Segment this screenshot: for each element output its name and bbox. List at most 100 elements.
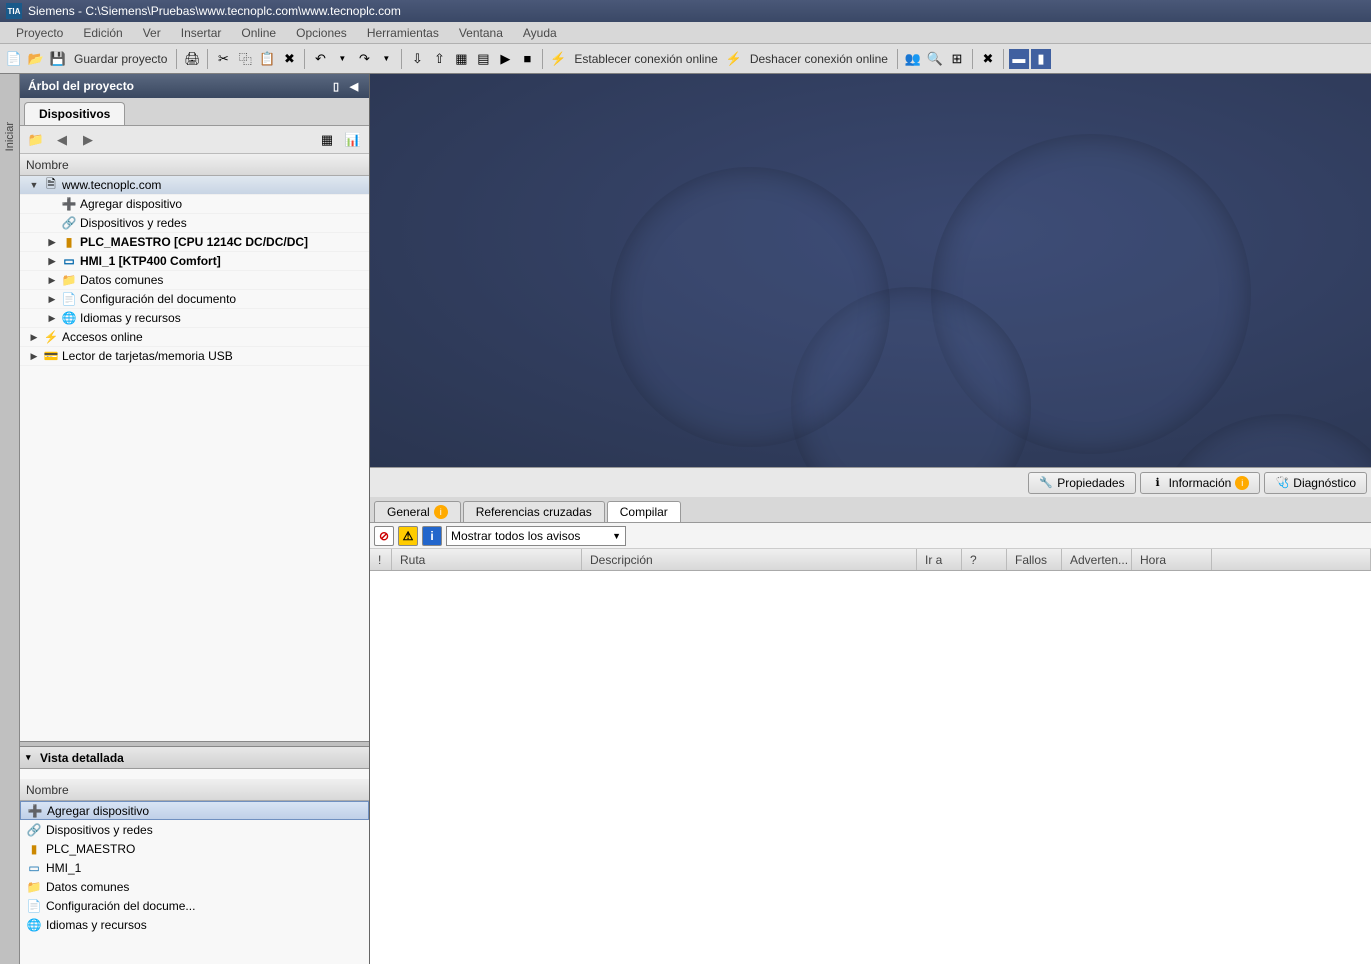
detail-row-agregar[interactable]: ➕ Agregar dispositivo <box>20 801 369 820</box>
cross-ref-icon[interactable]: ⊞ <box>947 49 967 69</box>
tree-node-agregar[interactable]: ➕ Agregar dispositivo <box>20 195 369 214</box>
nav-forward-icon[interactable]: ▶ <box>78 130 98 150</box>
menu-edicion[interactable]: Edición <box>73 26 132 40</box>
tree-node-datos[interactable]: ▶ 📁 Datos comunes <box>20 271 369 290</box>
detail-row-plc[interactable]: ▮ PLC_MAESTRO <box>20 839 369 858</box>
menu-online[interactable]: Online <box>231 26 286 40</box>
menu-herramientas[interactable]: Herramientas <box>357 26 449 40</box>
tree-node-hmi[interactable]: ▶ ▭ HMI_1 [KTP400 Comfort] <box>20 252 369 271</box>
col-bang[interactable]: ! <box>370 549 392 570</box>
expand-icon[interactable]: ▶ <box>46 237 58 248</box>
tab-referencias[interactable]: Referencias cruzadas <box>463 501 605 522</box>
close-icon[interactable]: ✖ <box>978 49 998 69</box>
cut-icon[interactable]: ✂ <box>213 49 233 69</box>
go-offline-icon[interactable]: ⚡ <box>724 49 744 69</box>
redo-dropdown-icon[interactable]: ▼ <box>376 49 396 69</box>
tree-node-root[interactable]: ▼ 🗎 www.tecnoplc.com <box>20 176 369 195</box>
pin-icon[interactable]: ▯ <box>329 79 343 93</box>
iniciar-tab[interactable]: Iniciar <box>2 114 18 159</box>
expand-icon[interactable]: ▼ <box>28 180 40 190</box>
expand-icon[interactable]: ▶ <box>46 313 58 324</box>
save-icon[interactable]: 💾 <box>48 49 68 69</box>
go-offline-button[interactable]: Deshacer conexión online <box>746 52 892 66</box>
tab-diagnostico[interactable]: 🩺 Diagnóstico <box>1264 472 1367 494</box>
node-label: Accesos online <box>62 330 143 344</box>
menu-proyecto[interactable]: Proyecto <box>6 26 73 40</box>
tree-node-dispred[interactable]: 🔗 Dispositivos y redes <box>20 214 369 233</box>
col-descripcion[interactable]: Descripción <box>582 549 917 570</box>
detail-row-datos[interactable]: 📁 Datos comunes <box>20 877 369 896</box>
save-project-button[interactable]: Guardar proyecto <box>70 52 171 66</box>
expand-icon[interactable]: ▶ <box>28 332 40 343</box>
print-icon[interactable]: 🖨 <box>182 49 202 69</box>
menu-opciones[interactable]: Opciones <box>286 26 357 40</box>
detail-row-dispred[interactable]: 🔗 Dispositivos y redes <box>20 820 369 839</box>
undo-dropdown-icon[interactable]: ▼ <box>332 49 352 69</box>
split-horizontal-icon[interactable]: ▬ <box>1009 49 1029 69</box>
filter-value: Mostrar todos los avisos <box>451 529 580 543</box>
undo-icon[interactable]: ↶ <box>310 49 330 69</box>
detail-row-confdoc[interactable]: 📄 Configuración del docume... <box>20 896 369 915</box>
col-fallos[interactable]: Fallos <box>1007 549 1062 570</box>
expand-icon[interactable]: ▶ <box>46 275 58 286</box>
new-project-icon[interactable]: 📄 <box>4 49 24 69</box>
project-tree-header: Árbol del proyecto ▯ ◀ <box>20 74 369 98</box>
detail-view-header[interactable]: ▾ Vista detallada <box>20 747 369 769</box>
detail-row-idiomas[interactable]: 🌐 Idiomas y recursos <box>20 915 369 934</box>
menu-ayuda[interactable]: Ayuda <box>513 26 567 40</box>
tree-node-confdoc[interactable]: ▶ 📄 Configuración del documento <box>20 290 369 309</box>
project-tree-tabs: Dispositivos <box>20 98 369 126</box>
menu-ver[interactable]: Ver <box>133 26 171 40</box>
open-project-icon[interactable]: 📂 <box>26 49 46 69</box>
tree-node-accesos[interactable]: ▶ ⚡ Accesos online <box>20 328 369 347</box>
tab-general[interactable]: General i <box>374 501 461 522</box>
details-icon[interactable]: 📊 <box>343 130 363 150</box>
split-vertical-icon[interactable]: ▮ <box>1031 49 1051 69</box>
new-device-icon[interactable]: 📁 <box>26 130 46 150</box>
tab-informacion[interactable]: ℹ Información i <box>1140 472 1261 494</box>
simulation-icon[interactable]: ▶ <box>495 49 515 69</box>
menu-insertar[interactable]: Insertar <box>171 26 232 40</box>
col-ir-a[interactable]: Ir a <box>917 549 962 570</box>
tab-dispositivos[interactable]: Dispositivos <box>24 102 125 125</box>
redo-icon[interactable]: ↷ <box>354 49 374 69</box>
tree-node-lector[interactable]: ▶ 💳 Lector de tarjetas/memoria USB <box>20 347 369 366</box>
col-hora[interactable]: Hora <box>1132 549 1212 570</box>
detail-row-hmi[interactable]: ▭ HMI_1 <box>20 858 369 877</box>
message-area <box>370 571 1371 964</box>
expand-icon[interactable]: ▶ <box>28 351 40 362</box>
delete-icon[interactable]: ✖ <box>279 49 299 69</box>
compile-icon[interactable]: ▦ <box>451 49 471 69</box>
error-filter-button[interactable]: ⊘ <box>374 526 394 546</box>
collapse-left-icon[interactable]: ◀ <box>347 79 361 93</box>
accessible-devices-icon[interactable]: 👥 <box>903 49 923 69</box>
search-icon[interactable]: 🔍 <box>925 49 945 69</box>
stop-icon[interactable]: ■ <box>517 49 537 69</box>
expand-icon[interactable]: ▶ <box>46 256 58 267</box>
tab-propiedades[interactable]: 🔧 Propiedades <box>1028 472 1135 494</box>
download-icon[interactable]: ⇩ <box>407 49 427 69</box>
go-online-button[interactable]: Establecer conexión online <box>570 52 721 66</box>
warning-filter-button[interactable]: ⚠ <box>398 526 418 546</box>
expand-icon[interactable]: ▶ <box>46 294 58 305</box>
hmi-icon: ▭ <box>26 860 42 876</box>
tab-compilar[interactable]: Compilar <box>607 501 681 522</box>
col-ruta[interactable]: Ruta <box>392 549 582 570</box>
col-question[interactable]: ? <box>962 549 1007 570</box>
copy-icon[interactable]: ⿻ <box>235 49 255 69</box>
filter-select[interactable]: Mostrar todos los avisos ▼ <box>446 526 626 546</box>
grid-view-icon[interactable]: ▦ <box>317 130 337 150</box>
hw-config-icon[interactable]: ▤ <box>473 49 493 69</box>
tab-label: General <box>387 505 430 519</box>
upload-icon[interactable]: ⇧ <box>429 49 449 69</box>
detail-column-header: Nombre <box>20 779 369 801</box>
tab-label: Propiedades <box>1057 476 1124 490</box>
tree-node-idiomas[interactable]: ▶ 🌐 Idiomas y recursos <box>20 309 369 328</box>
col-adverten[interactable]: Adverten... <box>1062 549 1132 570</box>
menu-ventana[interactable]: Ventana <box>449 26 513 40</box>
tree-node-plc[interactable]: ▶ ▮ PLC_MAESTRO [CPU 1214C DC/DC/DC] <box>20 233 369 252</box>
paste-icon[interactable]: 📋 <box>257 49 277 69</box>
nav-back-icon[interactable]: ◀ <box>52 130 72 150</box>
go-online-icon[interactable]: ⚡ <box>548 49 568 69</box>
info-filter-button[interactable]: i <box>422 526 442 546</box>
